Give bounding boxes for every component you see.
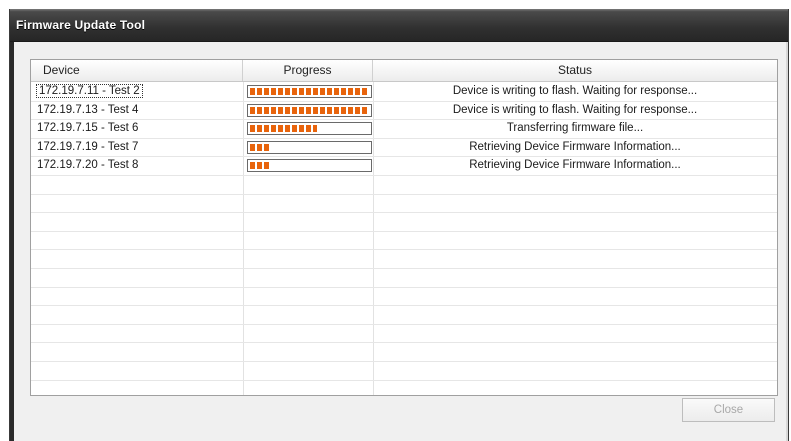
close-button[interactable]: Close <box>682 398 775 422</box>
table-row[interactable]: 172.19.7.11 - Test 2 Device is writing to… <box>31 83 777 100</box>
row-divider <box>31 324 777 325</box>
device-cell[interactable]: 172.19.7.15 - Test 6 <box>37 120 138 137</box>
window-title: Firmware Update Tool <box>16 18 146 32</box>
table-row[interactable]: 172.19.7.15 - Test 6 Transferring firmwar… <box>31 120 777 137</box>
table-row[interactable]: 172.19.7.20 - Test 8 Retrieving Device Fi… <box>31 157 777 174</box>
status-cell: Retrieving Device Firmware Information..… <box>469 141 681 153</box>
status-cell: Device is writing to flash. Waiting for … <box>452 85 698 97</box>
grid-header: Device Progress Status <box>31 60 777 82</box>
progress-bar <box>247 104 372 117</box>
firmware-update-window: Firmware Update Tool Device Progress Sta… <box>9 9 789 441</box>
device-label: 172.19.7.20 - Test 8 <box>37 159 139 171</box>
window-right-border <box>786 42 788 441</box>
progress-bar-fill <box>250 162 269 169</box>
row-divider <box>31 249 777 250</box>
window-left-border <box>10 42 14 441</box>
progress-bar <box>247 122 372 135</box>
row-divider <box>31 212 777 213</box>
device-label: 172.19.7.15 - Test 6 <box>37 122 139 134</box>
device-label: 172.19.7.13 - Test 4 <box>37 104 139 116</box>
column-header-progress[interactable]: Progress <box>243 60 373 81</box>
table-row[interactable]: 172.19.7.19 - Test 7 Retrieving Device Fi… <box>31 139 777 156</box>
device-label: 172.19.7.11 - Test 2 <box>36 84 143 98</box>
device-cell[interactable]: 172.19.7.20 - Test 8 <box>37 157 138 174</box>
progress-bar-fill <box>250 107 369 114</box>
row-divider <box>31 305 777 306</box>
row-divider <box>31 231 777 232</box>
progress-bar <box>247 85 372 98</box>
row-divider <box>31 194 777 195</box>
row-divider <box>31 380 777 381</box>
device-cell[interactable]: 172.19.7.13 - Test 4 <box>37 102 138 119</box>
device-cell[interactable]: 172.19.7.19 - Test 7 <box>37 139 138 156</box>
device-label: 172.19.7.19 - Test 7 <box>37 141 139 153</box>
status-cell: Transferring firmware file... <box>506 122 644 134</box>
column-header-status[interactable]: Status <box>373 60 777 81</box>
row-divider <box>31 287 777 288</box>
column-header-device[interactable]: Device <box>31 60 243 81</box>
status-cell: Device is writing to flash. Waiting for … <box>452 104 698 116</box>
table-row[interactable]: 172.19.7.13 - Test 4 Device is writing to… <box>31 102 777 119</box>
status-cell: Retrieving Device Firmware Information..… <box>469 159 681 171</box>
device-grid[interactable]: Device Progress Status 172.19.7.11 - Tes… <box>30 59 778 396</box>
row-divider <box>31 361 777 362</box>
progress-bar-fill <box>250 88 369 95</box>
title-bar[interactable]: Firmware Update Tool <box>10 9 788 42</box>
progress-bar <box>247 159 372 172</box>
row-divider <box>31 342 777 343</box>
progress-bar-fill <box>250 125 317 132</box>
row-divider <box>31 175 777 176</box>
device-cell[interactable]: 172.19.7.11 - Test 2 <box>36 83 143 100</box>
row-divider <box>31 268 777 269</box>
progress-bar <box>247 141 372 154</box>
progress-bar-fill <box>250 144 269 151</box>
